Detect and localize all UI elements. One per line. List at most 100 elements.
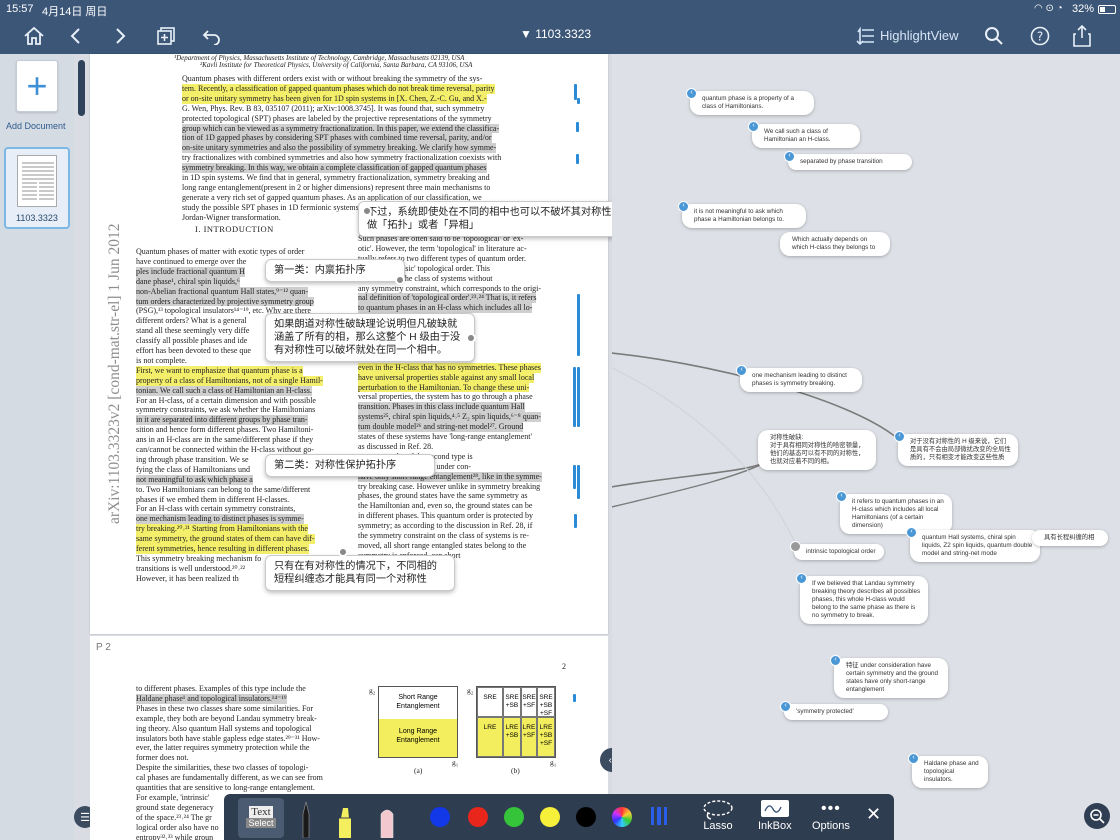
map-node[interactable]: ‹ If we believed that Landau symmetry bre… xyxy=(796,573,928,624)
highlighter-icon[interactable] xyxy=(336,798,354,838)
color-green-swatch[interactable] xyxy=(504,807,524,827)
annotation-marker[interactable] xyxy=(573,465,576,489)
map-node[interactable]: ‹ quantum phase is a property of a class … xyxy=(686,88,814,115)
text-line: tion of 1D gapped phases by considering … xyxy=(182,133,492,144)
color-black-swatch[interactable] xyxy=(576,807,596,827)
note-text: 不过，系统即使处在不同的相中也可以不破坏其对称性，这就叫做「拓扑」或者「异相」 xyxy=(367,207,653,231)
forward-arrow-icon[interactable] xyxy=(106,22,134,50)
text-line: even in the H-class that has no symmetri… xyxy=(358,362,541,373)
options-tool[interactable]: ••• Options xyxy=(812,798,850,832)
page-number: 2 xyxy=(562,662,566,671)
map-node-text: Which actually depends on which H-class … xyxy=(792,236,876,251)
text-line: insulators both have stable gapless edge… xyxy=(136,733,320,743)
eraser-icon[interactable] xyxy=(378,798,396,838)
map-node[interactable]: ‹ separated by phase transition xyxy=(784,151,912,170)
map-node[interactable]: ‹ it refers to quantum phases in an H-cla… xyxy=(836,491,952,534)
annotation-marker[interactable] xyxy=(577,294,580,356)
text-line: symmetry; as according to the discussion… xyxy=(358,521,533,531)
share-icon[interactable] xyxy=(1068,22,1096,50)
text-line: different orders? What is a general xyxy=(136,316,247,326)
note-callout-4[interactable]: 第二类：对称性保护拓扑序 xyxy=(265,454,435,477)
note-icon: ‹ xyxy=(830,655,841,666)
color-picker-icon[interactable] xyxy=(612,807,632,827)
close-icon[interactable]: ✕ xyxy=(866,804,881,825)
map-node[interactable]: Which actually depends on which H-class … xyxy=(780,232,890,256)
map-node[interactable]: ‹ 特征 under consideration have certain sym… xyxy=(830,655,948,698)
text-line: classify all possible phases and ide xyxy=(136,336,248,346)
annotation-marker[interactable] xyxy=(577,98,580,104)
phase-diagram-cell: SRE +SF xyxy=(521,687,537,717)
text-line: First, we want to emphasize that quantum… xyxy=(136,365,303,376)
text-line: effort has been devoted to these que xyxy=(136,346,251,355)
color-red-swatch[interactable] xyxy=(468,807,488,827)
annotation-marker[interactable] xyxy=(573,367,576,427)
home-icon[interactable] xyxy=(20,22,48,50)
map-node[interactable]: ‹ Haldane phase and topological insulator… xyxy=(908,753,988,788)
status-date: 4月14日 周日 xyxy=(42,6,108,18)
map-node[interactable]: ‹ it is not meaningful to ask which phase… xyxy=(678,201,806,228)
phase-diagram-cell: SRE +SB xyxy=(503,687,521,717)
zoom-icon[interactable] xyxy=(1084,803,1110,829)
add-page-icon[interactable] xyxy=(152,22,180,50)
text-line: However, it has been realized th xyxy=(136,573,239,583)
inkbox-tool[interactable]: InkBox xyxy=(758,798,792,832)
annotation-marker[interactable] xyxy=(576,154,579,164)
text-line: to different phases. Examples of this ty… xyxy=(136,684,306,693)
annotation-marker[interactable] xyxy=(573,694,576,702)
stroke-width-icon[interactable] xyxy=(650,806,668,826)
fig-a-bottom: Long Range Entanglement xyxy=(379,719,457,757)
help-icon[interactable]: ? xyxy=(1026,22,1054,50)
map-node[interactable]: ‹ 对于没有对称性的 H 级来说，它们是具有不会由局部微扰改变的全局性质的，只有相… xyxy=(894,431,1018,466)
map-node[interactable]: 具有长程纠缠的相 xyxy=(1032,530,1108,546)
add-document-button[interactable]: + xyxy=(16,60,58,112)
note-anchor-dot[interactable] xyxy=(395,275,405,285)
annotation-marker[interactable] xyxy=(577,465,580,499)
text-line: any symmetry constraint, which correspon… xyxy=(358,283,542,293)
top-toolbar: ▼ 1103.3323 HighlightView ? xyxy=(0,18,1120,54)
note-anchor-dot[interactable] xyxy=(362,206,372,216)
pen-icon[interactable] xyxy=(298,798,314,838)
color-blue-swatch[interactable] xyxy=(430,807,450,827)
text-line: ples include fractional quantum H xyxy=(136,266,245,277)
document-title-dropdown[interactable]: ▼ 1103.3323 xyxy=(520,27,591,41)
map-node-text: it refers to quantum phases in an H-clas… xyxy=(852,498,944,529)
note-anchor-dot[interactable] xyxy=(466,333,476,343)
search-icon[interactable] xyxy=(980,22,1008,50)
map-node[interactable]: ‹ We call such a class of Hamiltonian an … xyxy=(748,121,860,148)
map-node[interactable]: ‹ quantum Hall systems, chiral spin liqui… xyxy=(906,527,1040,562)
color-yellow-swatch[interactable] xyxy=(540,807,560,827)
status-bar: 15:57 4月14日 周日 ◠ ⊙ ◔ 32% xyxy=(0,0,1120,18)
note-callout-2[interactable]: 第一类：内禀拓扑序 xyxy=(265,259,405,282)
text-line: stand all these seemingly very diffe xyxy=(136,326,250,336)
document-thumbnail[interactable]: 1103.3323 xyxy=(4,147,70,229)
phase-diagram-cell: LRE +SB xyxy=(503,717,521,757)
map-node[interactable]: ‹ 'symmetry protected' xyxy=(780,701,888,720)
map-node[interactable]: ‹ one mechanism leading to distinct phase… xyxy=(736,365,862,392)
lasso-tool[interactable]: Lasso xyxy=(702,798,734,832)
text-line: Quantum phases with different orders exi… xyxy=(182,74,483,83)
text-select-tool[interactable]: Text Select xyxy=(238,798,284,838)
phase-diagram-cell: SRE xyxy=(477,687,503,717)
note-callout-5[interactable]: 只有在有对称性的情况下，不同相的短程纠缠态才能具有同一个对称性 xyxy=(265,555,455,591)
note-anchor-dot[interactable] xyxy=(338,547,348,557)
text-line: ground state degeneracy xyxy=(136,802,214,812)
wifi-icon: ◠ ⊙ ◔ xyxy=(1034,3,1063,14)
map-node[interactable]: intrinsic topological order xyxy=(790,541,884,560)
scroll-handle[interactable] xyxy=(78,60,85,116)
undo-icon[interactable] xyxy=(198,22,226,50)
annotation-marker[interactable] xyxy=(577,367,580,427)
text-line: moved, all short range entangled states … xyxy=(358,540,527,550)
text-line: non-Abelian fractional quantum Hall stat… xyxy=(136,286,309,297)
annotation-marker[interactable] xyxy=(574,514,577,528)
back-arrow-icon[interactable] xyxy=(62,22,90,50)
highlight-view-icon[interactable] xyxy=(852,22,880,50)
map-node[interactable]: 对称性破缺: 对于具有相同对称性的哈密顿量，他们的基态可以有不同的对称性，也就对… xyxy=(758,430,876,470)
map-node-text: separated by phase transition xyxy=(800,158,883,165)
note-callout-3[interactable]: 如果朗道对称性破缺理论说明但凡破缺就涵盖了所有的相，那么这整个 H 级由于没有对… xyxy=(265,313,475,362)
annotation-marker[interactable] xyxy=(576,122,579,132)
text-line: long range entanglement(present in 2 or … xyxy=(182,182,491,192)
phase-diagram-cell: SRE +SB +SF xyxy=(537,687,555,717)
text-line: tum orders characterized by projective s… xyxy=(136,296,314,307)
highlight-view-button[interactable]: HighlightView xyxy=(880,28,959,43)
figure-b: SRE SRE +SB SRE +SF SRE +SB +SF LRE LRE +SB LR… xyxy=(476,686,556,758)
